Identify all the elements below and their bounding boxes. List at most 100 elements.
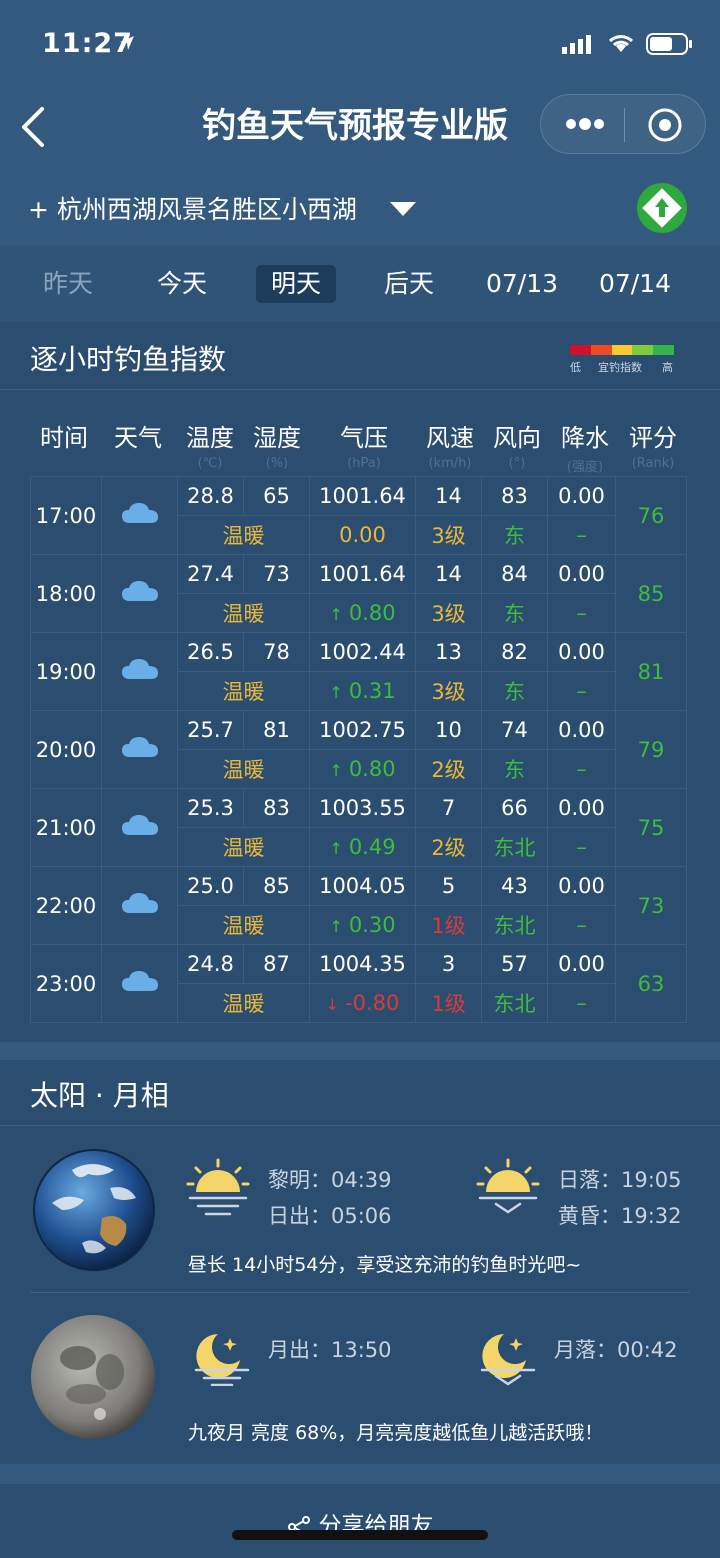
- tab-tomorrow[interactable]: 明天: [256, 265, 336, 303]
- wind-direction: 东北: [481, 983, 548, 1023]
- column-header: 时间: [40, 424, 88, 452]
- wind-level: 3级: [415, 671, 482, 711]
- humidity: 85: [243, 866, 310, 906]
- hour-time: 20:00: [30, 710, 102, 789]
- signal-icon: [562, 35, 591, 54]
- dropdown-caret-icon[interactable]: [388, 200, 418, 218]
- pressure: 1003.55: [309, 788, 416, 828]
- cloud-icon: [121, 581, 158, 601]
- cloud-icon: [121, 971, 158, 991]
- precipitation: 0.00: [547, 710, 616, 750]
- legend-high: 高: [662, 361, 673, 374]
- table-row: 23:00 24.8 87 1004.35 3 57 0.00 63: [30, 944, 687, 1023]
- hour-time: 22:00: [30, 866, 102, 945]
- rank-score: 79: [615, 710, 687, 789]
- wind-level: 1级: [415, 905, 482, 945]
- arrow-up-icon: ↑: [329, 683, 343, 702]
- column-unit: (%): [265, 456, 289, 471]
- temperature: 25.3: [177, 788, 244, 828]
- earth-image: [33, 1149, 155, 1271]
- dawn-time: 黎明：04:39: [268, 1168, 392, 1192]
- sun-moon-title: 太阳 · 月相: [30, 1079, 169, 1112]
- tab-0714[interactable]: 07/14: [595, 265, 675, 303]
- wind-level: 2级: [415, 827, 482, 867]
- sunset-icon: [476, 1158, 540, 1214]
- precipitation: 0.00: [547, 632, 616, 672]
- wind-level: 3级: [415, 515, 482, 555]
- hourly-index-section: 逐小时钓鱼指数 低 宜钓指数 高 时间 天气 温度 (℃) 湿度 (%) 气压 (hPa) 风速…: [0, 322, 720, 1042]
- weather-cell: [101, 476, 178, 555]
- arrow-up-icon: ↑: [329, 605, 343, 624]
- temperature: 28.8: [177, 476, 244, 516]
- hourly-header: 逐小时钓鱼指数 低 宜钓指数 高: [0, 322, 720, 390]
- humidity: 65: [243, 476, 310, 516]
- humidity: 73: [243, 554, 310, 594]
- weather-cell: [101, 788, 178, 867]
- wind-direction: 东北: [481, 827, 548, 867]
- index-legend: 低 宜钓指数 高: [570, 345, 680, 374]
- wind-direction-deg: 74: [481, 710, 548, 750]
- rain-intensity: –: [547, 749, 616, 789]
- tab-day-after[interactable]: 后天: [369, 265, 449, 303]
- wind-direction-deg: 83: [481, 476, 548, 516]
- arrow-up-icon: ↑: [329, 839, 343, 858]
- weather-cell: [101, 632, 178, 711]
- location-selector[interactable]: + 杭州西湖风景名胜区小西湖: [28, 190, 357, 226]
- rain-intensity: –: [547, 827, 616, 867]
- hour-time: 17:00: [30, 476, 102, 555]
- wind-direction-deg: 84: [481, 554, 548, 594]
- moon-image: [31, 1315, 155, 1439]
- humidity: 83: [243, 788, 310, 828]
- table-row: 17:00 28.8 65 1001.64 14 83 0.00 76: [30, 476, 687, 555]
- wind-direction: 东北: [481, 905, 548, 945]
- legend-color-swatch: [570, 345, 591, 355]
- wind-direction: 东: [481, 593, 548, 633]
- feel-label: 温暖: [177, 593, 310, 633]
- more-icon[interactable]: [565, 117, 605, 131]
- rain-intensity: –: [547, 593, 616, 633]
- cloud-icon: [121, 503, 158, 523]
- tab-today[interactable]: 今天: [142, 265, 222, 303]
- pressure-delta: -0.80: [345, 991, 400, 1015]
- pressure-delta: 0.80: [348, 601, 396, 625]
- wind-level: 2级: [415, 749, 482, 789]
- divider: [30, 1292, 690, 1293]
- pressure-change: ↑ 0.31: [309, 671, 416, 711]
- feel-label: 温暖: [177, 749, 310, 789]
- column-unit: (hPa): [347, 456, 381, 471]
- day-length-note: 昼长 14小时54分，享受这充沛的钓鱼时光吧~: [188, 1254, 582, 1276]
- pressure-change: ↑ 0.80: [309, 593, 416, 633]
- column-header: 气压: [340, 424, 388, 452]
- battery-icon: [646, 33, 692, 55]
- share-bar: 分享给朋友: [0, 1484, 720, 1558]
- cloud-icon: [121, 815, 158, 835]
- temperature: 25.7: [177, 710, 244, 750]
- temperature: 25.0: [177, 866, 244, 906]
- pressure-delta: 0.31: [348, 679, 396, 703]
- legend-low: 低: [570, 361, 581, 374]
- wind-level: 3级: [415, 593, 482, 633]
- wind-speed: 10: [415, 710, 482, 750]
- cloud-icon: [121, 659, 158, 679]
- hour-time: 19:00: [30, 632, 102, 711]
- legend-color-swatch: [632, 345, 654, 355]
- wind-direction-deg: 57: [481, 944, 548, 984]
- sunset-time: 日落：19:05: [558, 1168, 682, 1192]
- sun-moon-header: 太阳 · 月相: [0, 1060, 720, 1126]
- tab-0713[interactable]: 07/13: [482, 265, 562, 303]
- pressure-delta: 0.49: [348, 835, 396, 859]
- tab-yesterday[interactable]: 昨天: [28, 265, 108, 303]
- navigate-icon[interactable]: [636, 182, 688, 234]
- close-miniapp-icon[interactable]: [647, 107, 683, 143]
- precipitation: 0.00: [547, 866, 616, 906]
- temperature: 24.8: [177, 944, 244, 984]
- table-row: 21:00 25.3 83 1003.55 7 66 0.00 75: [30, 788, 687, 867]
- table-row: 22:00 25.0 85 1004.05 5 43 0.00 73: [30, 866, 687, 945]
- wind-direction: 东: [481, 749, 548, 789]
- moonset-time: 月落：00:42: [554, 1338, 678, 1362]
- feel-label: 温暖: [177, 671, 310, 711]
- legend-color-swatch: [590, 345, 612, 355]
- pressure-change: ↑ 0.30: [309, 905, 416, 945]
- nav-bar: 钓鱼天气预报专业版: [0, 90, 720, 160]
- moonrise-time: 月出：13:50: [268, 1338, 392, 1362]
